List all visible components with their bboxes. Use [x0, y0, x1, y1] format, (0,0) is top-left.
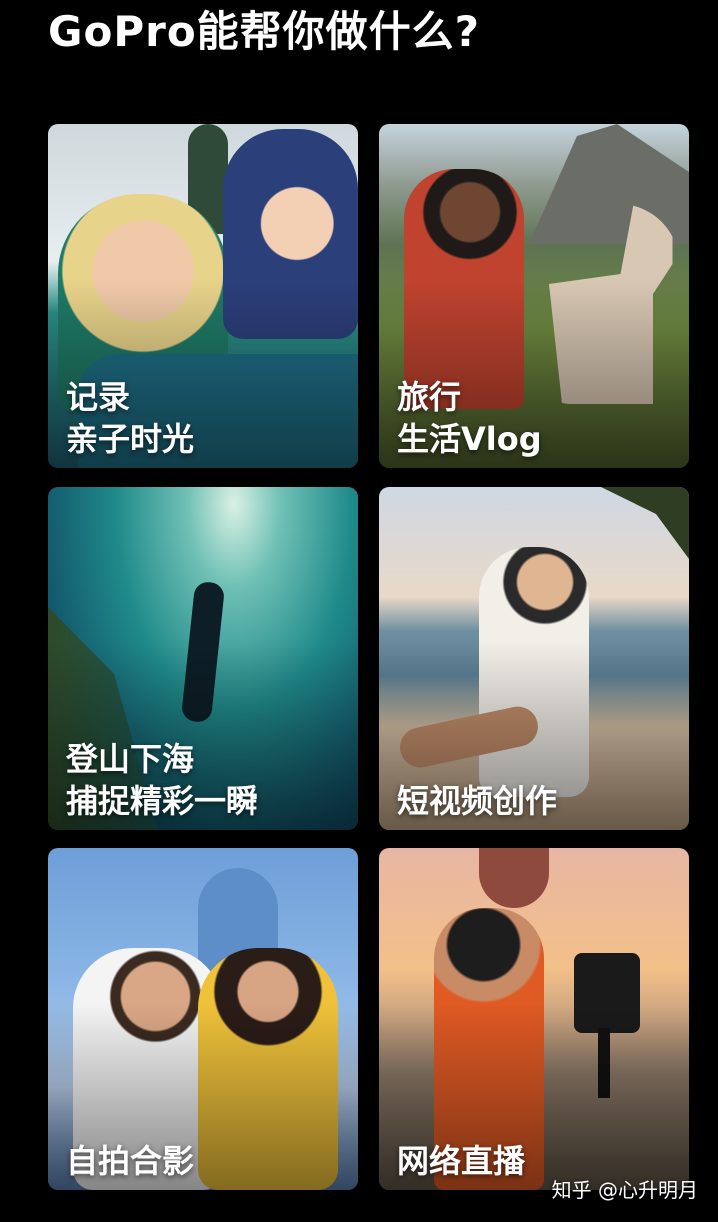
card-adventure[interactable]: 登山下海 捕捉精彩一瞬	[48, 487, 358, 830]
watermark: 知乎 @心升明月	[551, 1178, 698, 1202]
card-caption: 网络直播	[397, 1142, 526, 1180]
card-caption: 旅行 生活Vlog	[397, 378, 542, 458]
card-travel-vlog[interactable]: 旅行 生活Vlog	[379, 124, 689, 468]
card-caption: 短视频创作	[397, 782, 558, 820]
card-selfie[interactable]: 自拍合影	[48, 848, 358, 1190]
card-family-time[interactable]: 记录 亲子时光	[48, 124, 358, 468]
card-caption: 自拍合影	[66, 1142, 195, 1180]
page-title: GoPro能帮你做什么?	[48, 7, 481, 56]
card-live-stream[interactable]: 网络直播	[379, 848, 689, 1190]
card-caption: 登山下海 捕捉精彩一瞬	[66, 740, 259, 820]
card-caption: 记录 亲子时光	[66, 378, 195, 458]
card-short-video[interactable]: 短视频创作	[379, 487, 689, 830]
